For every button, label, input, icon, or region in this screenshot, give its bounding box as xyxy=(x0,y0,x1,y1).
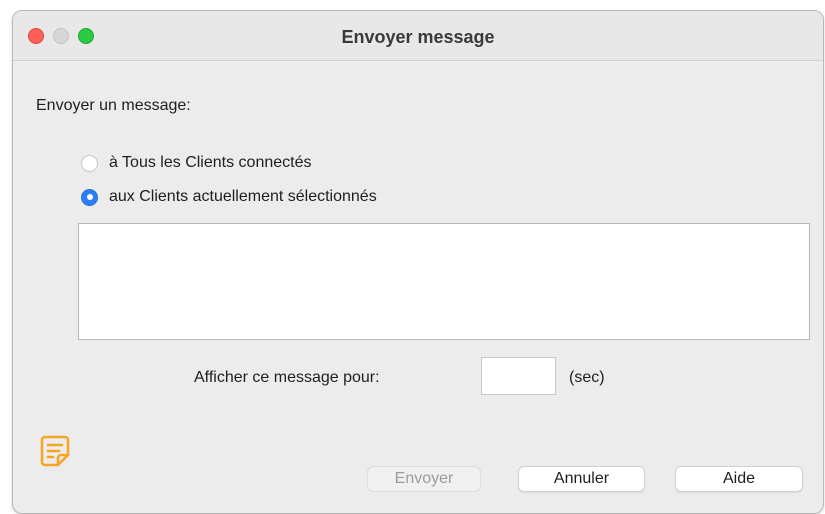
radio-selected-clients-label[interactable]: aux Clients actuellement sélectionnés xyxy=(109,188,377,206)
radio-selected-clients-row[interactable]: aux Clients actuellement sélectionnés xyxy=(81,188,377,206)
cancel-button[interactable]: Annuler xyxy=(518,466,645,492)
radio-all-clients-label[interactable]: à Tous les Clients connectés xyxy=(109,154,311,172)
title-bar: Envoyer message xyxy=(13,11,823,61)
duration-label: Afficher ce message pour: xyxy=(194,369,380,386)
window-title: Envoyer message xyxy=(341,27,495,47)
send-button[interactable]: Envoyer xyxy=(367,466,481,492)
send-message-dialog: Envoyer message Envoyer un message: à To… xyxy=(12,10,824,514)
duration-unit-label: (sec) xyxy=(569,369,605,386)
form-heading: Envoyer un message: xyxy=(36,97,191,114)
radio-all-clients-row[interactable]: à Tous les Clients connectés xyxy=(81,154,311,172)
help-button[interactable]: Aide xyxy=(675,466,803,492)
note-icon[interactable] xyxy=(40,434,70,468)
radio-all-clients[interactable] xyxy=(81,154,98,172)
message-textarea[interactable] xyxy=(78,223,810,340)
duration-input[interactable] xyxy=(481,357,556,395)
radio-selected-clients[interactable] xyxy=(81,188,98,206)
